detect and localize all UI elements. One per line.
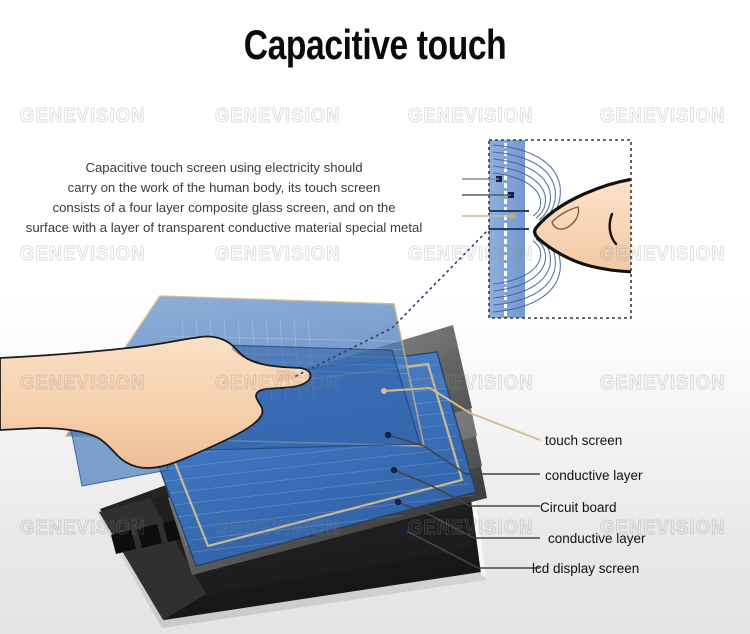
- description-line-3: consists of a four layer composite glass…: [52, 200, 396, 215]
- callout-label-conductive-layer-lower: conductive layer: [548, 531, 646, 546]
- leader-dot-conductive-upper: [384, 431, 392, 439]
- callout-label-lcd-display-screen: lcd display screen: [532, 561, 640, 576]
- capacitive-touch-infographic: Capacitive touch Capacitive touch screen…: [0, 0, 750, 634]
- description-line-4: surface with a layer of transparent cond…: [25, 220, 423, 235]
- callout-label-conductive-layer-upper: conductive layer: [545, 468, 643, 483]
- leader-dot-lcd-display: [400, 526, 408, 534]
- leader-dot-circuit-board: [390, 466, 398, 474]
- leader-dot-conductive-lower: [394, 498, 402, 506]
- inset-conductor-bar-top: [489, 210, 529, 212]
- inset-conductor-bar-bottom: [489, 228, 529, 230]
- leader-dot-touch-screen: [381, 388, 387, 394]
- description-paragraph: Capacitive touch screen using electricit…: [4, 158, 444, 238]
- description-line-1: Capacitive touch screen using electricit…: [85, 160, 363, 175]
- callout-label-circuit-board: Circuit board: [540, 500, 617, 515]
- callout-label-touch-screen: touch screen: [545, 433, 623, 448]
- description-line-2: carry on the work of the human body, its…: [67, 180, 381, 195]
